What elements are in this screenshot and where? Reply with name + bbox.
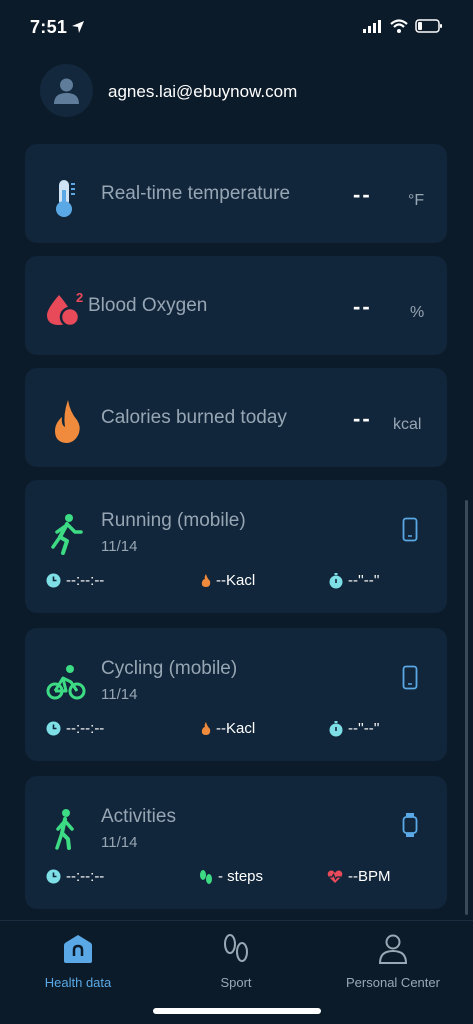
- tab-label: Health data: [44, 975, 112, 990]
- tab-health-data[interactable]: Health data: [8, 929, 148, 990]
- duration-value: --:--:--: [66, 572, 105, 589]
- duration-stat: --:--:--: [46, 572, 104, 589]
- flame-icon: [55, 400, 80, 443]
- status-time: 7:51: [30, 17, 68, 37]
- pace-value: --''--'': [348, 720, 380, 737]
- activity-date: 11/14: [101, 834, 138, 851]
- footprints-icon: [200, 869, 212, 884]
- activity-title: Running (mobile): [101, 510, 246, 531]
- calories-stat: --Kacl: [201, 572, 255, 589]
- metric-value: --: [353, 406, 372, 431]
- clock-icon: [46, 721, 61, 736]
- pace-value: --''--'': [348, 572, 380, 589]
- activities-card[interactable]: Activities 11/14 --:--:-- - steps --BPM: [25, 776, 447, 909]
- person-icon: [378, 934, 408, 964]
- blood-oxygen-icon: [47, 295, 81, 328]
- account-header[interactable]: agnes.lai@ebuynow.com: [0, 60, 473, 124]
- pace-stat: --''--'': [329, 572, 379, 589]
- metric-unit: °F: [408, 192, 425, 209]
- running-card[interactable]: Running (mobile) 11/14 --:--:-- --Kacl -…: [25, 480, 447, 613]
- status-icons: [363, 19, 443, 33]
- blood-oxygen-superscript: 2: [76, 290, 84, 305]
- clock-icon: [46, 573, 61, 588]
- blood-oxygen-card[interactable]: 2 Blood Oxygen -- %: [25, 256, 447, 355]
- status-bar: 7:51: [0, 0, 473, 58]
- user-icon: [54, 78, 79, 104]
- phone-icon: [402, 517, 418, 542]
- metric-value: --: [353, 294, 372, 319]
- temperature-card[interactable]: Real-time temperature -- °F: [25, 144, 447, 243]
- tab-label: Personal Center: [346, 975, 440, 990]
- activity-date: 11/14: [101, 686, 138, 703]
- calories-card[interactable]: Calories burned today -- kcal: [25, 368, 447, 467]
- stopwatch-icon: [329, 720, 343, 736]
- battery-icon: [415, 19, 442, 33]
- running-icon: [51, 514, 83, 555]
- metric-label: Blood Oxygen: [88, 295, 208, 316]
- steps-value: - steps: [218, 868, 264, 885]
- location-arrow-icon: [72, 21, 84, 33]
- watch-icon: [402, 813, 418, 837]
- activity-date: 11/14: [101, 538, 138, 555]
- avatar[interactable]: [40, 64, 93, 117]
- home-indicator[interactable]: [153, 1008, 321, 1014]
- signal-icon: [363, 19, 381, 33]
- tab-sport[interactable]: Sport: [166, 929, 306, 990]
- metric-unit: %: [410, 304, 425, 321]
- calories-value: --Kacl: [216, 572, 256, 589]
- metric-label: Real-time temperature: [101, 183, 291, 204]
- calories-value: --Kacl: [216, 720, 256, 737]
- heart-rate-stat: --BPM: [327, 868, 391, 885]
- sport-footprints-icon: [224, 934, 248, 962]
- heart-rate-icon: [327, 870, 343, 883]
- calories-stat: --Kacl: [201, 720, 255, 737]
- pace-stat: --''--'': [329, 720, 379, 737]
- duration-value: --:--:--: [66, 868, 105, 885]
- thermometer-icon: [56, 180, 75, 217]
- cycling-icon: [46, 665, 86, 700]
- activity-title: Cycling (mobile): [101, 658, 238, 679]
- steps-stat: - steps: [199, 868, 263, 885]
- tab-personal-center[interactable]: Personal Center: [323, 929, 463, 990]
- metric-value: --: [353, 182, 372, 207]
- duration-value: --:--:--: [66, 720, 105, 737]
- scrollbar[interactable]: [465, 500, 468, 915]
- cycling-card[interactable]: Cycling (mobile) 11/14 --:--:-- --Kacl -…: [25, 628, 447, 761]
- wifi-icon: [390, 19, 408, 33]
- account-email: agnes.lai@ebuynow.com: [108, 82, 298, 101]
- duration-stat: --:--:--: [46, 720, 104, 737]
- stopwatch-icon: [329, 572, 343, 588]
- activity-title: Activities: [101, 806, 176, 827]
- phone-icon: [402, 665, 418, 690]
- duration-stat: --:--:--: [46, 868, 104, 885]
- small-flame-icon: [201, 722, 211, 735]
- small-flame-icon: [201, 574, 211, 587]
- clock-icon: [46, 869, 61, 884]
- home-icon: [64, 935, 92, 963]
- metric-label: Calories burned today: [101, 407, 287, 428]
- metric-unit: kcal: [393, 416, 422, 433]
- walking-icon: [55, 809, 74, 850]
- heart-rate-value: --BPM: [348, 868, 391, 885]
- tab-label: Sport: [220, 975, 252, 990]
